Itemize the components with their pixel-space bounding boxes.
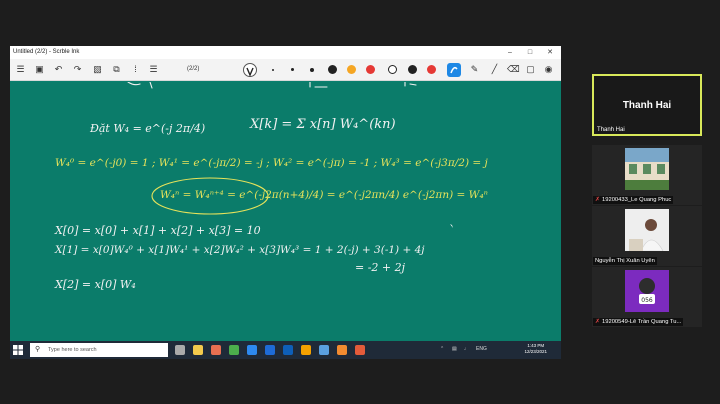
eraser-icon[interactable]: ⌫ xyxy=(507,64,520,75)
size-medium-icon[interactable] xyxy=(291,68,294,71)
color-dark-icon[interactable] xyxy=(408,65,417,74)
taskbar-search-input[interactable]: ⚲ Type here to search xyxy=(30,343,168,357)
ink-text-twiddle: W₄⁰ = e^(-j0) = 1 ; W₄¹ = e^(-jπ/2) = -j… xyxy=(55,157,489,169)
tray-chevron-icon[interactable]: ⌃ xyxy=(440,346,444,352)
ink-text-x2: X[2] = x[0] W₄ xyxy=(54,278,136,291)
participant-name: Nguyễn Thị Xuân Uyên xyxy=(595,258,655,264)
zoom-icon[interactable] xyxy=(319,345,329,355)
search-icon: ⚲ xyxy=(35,346,41,353)
ink-text-x1: X[1] = x[0]W₄⁰ + x[1]W₄¹ + x[2]W₄² + x[3… xyxy=(54,244,425,256)
save-icon[interactable]: ▣ xyxy=(34,64,45,75)
paste-icon[interactable]: ▧ xyxy=(92,64,103,75)
pen-tool-icon[interactable] xyxy=(243,63,257,77)
active-participant-name: Thanh Hai xyxy=(622,100,672,111)
participant-tile-active[interactable]: Thanh Hai Thanh Hai xyxy=(592,74,702,136)
participant-avatar xyxy=(625,209,669,251)
windows-start-icon[interactable] xyxy=(12,344,24,356)
size-small-icon[interactable] xyxy=(272,69,274,71)
line-tool-icon[interactable]: ╱ xyxy=(489,64,500,75)
avatar-badge-text: 056 xyxy=(641,297,653,304)
minimize-button[interactable]: – xyxy=(503,46,517,59)
copy-icon[interactable]: ⧉ xyxy=(111,64,122,75)
task-view-icon[interactable] xyxy=(175,345,185,355)
menu-icon[interactable]: ☰ xyxy=(15,64,26,75)
clock-date: 12/23/2021 xyxy=(524,349,547,354)
participant-avatar xyxy=(625,148,669,190)
color-white-icon[interactable] xyxy=(388,65,397,74)
close-button[interactable]: ✕ xyxy=(543,46,557,59)
active-participant-label: Thanh Hai xyxy=(597,127,625,133)
adjust-icon[interactable]: ☰ xyxy=(148,64,159,75)
participant-tile[interactable]: ✗ 19200433_Le Quang Phuc xyxy=(592,145,702,205)
ink-text-def: Đặt W₄ = e^(-j 2π/4) xyxy=(89,122,205,135)
volume-icon[interactable]: ♩ xyxy=(464,346,469,352)
shared-screen: Untitled (2/2) - Scrble Ink – □ ✕ ☰ ▣ ↶ … xyxy=(10,46,561,359)
ink-toolbar: ☰ ▣ ↶ ↷ ▧ ⧉ ⁞ ☰ (2/2) ✎ ╱ ⌫ ▢ ◉ xyxy=(10,59,561,81)
taskbar-app-3-icon[interactable] xyxy=(229,345,239,355)
color-black-icon[interactable] xyxy=(328,65,337,74)
whiteboard-canvas[interactable]: Đặt W₄ = e^(-j 2π/4) X[k] = Σ x[n] W₄^(k… xyxy=(10,82,561,341)
participant-tile[interactable]: 056 ✗ 19200549-Lê Trần Quang Tu... xyxy=(592,267,702,327)
taskbar-app-5-icon[interactable] xyxy=(265,345,275,355)
taskbar-search-placeholder: Type here to search xyxy=(48,347,97,353)
mic-muted-icon: ✗ xyxy=(595,319,601,325)
taskbar-app-10-icon[interactable] xyxy=(355,345,365,355)
pen-edit-icon[interactable]: ✎ xyxy=(469,64,480,75)
network-icon[interactable]: ▤ xyxy=(452,346,457,352)
color-red2-icon[interactable] xyxy=(427,65,436,74)
participant-tile[interactable]: Nguyễn Thị Xuân Uyên xyxy=(592,206,702,266)
participant-name: 19200549-Lê Trần Quang Tu... xyxy=(602,319,682,325)
ink-text-periodicity: W₄ⁿ = W₄ⁿ⁺⁴ = e^(-j2π(n+4)/4) = e^(-j2πn… xyxy=(160,189,488,201)
page-indicator: (2/2) xyxy=(187,66,200,72)
participant-name: 19200433_Le Quang Phuc xyxy=(602,197,672,203)
redo-icon[interactable]: ↷ xyxy=(72,64,83,75)
maximize-button[interactable]: □ xyxy=(523,46,537,59)
handwriting-layer: Đặt W₄ = e^(-j 2π/4) X[k] = Σ x[n] W₄^(k… xyxy=(54,82,489,291)
taskbar-app-1-icon[interactable] xyxy=(193,345,203,355)
mic-muted-icon: ✗ xyxy=(595,197,601,203)
settings-icon[interactable]: ⁞ xyxy=(130,64,141,75)
taskbar-app-9-icon[interactable] xyxy=(337,345,347,355)
window-title: Untitled (2/2) - Scrble Ink xyxy=(13,49,80,55)
ink-text-dft: X[k] = Σ x[n] W₄^(kn) xyxy=(249,117,396,132)
window-titlebar: Untitled (2/2) - Scrble Ink – □ ✕ xyxy=(10,46,561,59)
ink-text-x1-result: = -2 + 2j xyxy=(355,261,406,274)
taskbar-clock[interactable]: 1:43 PM 12/23/2021 xyxy=(524,343,547,355)
ink-text-x0: X[0] = x[0] + x[1] + x[2] + x[3] = 10 xyxy=(54,224,261,237)
language-indicator[interactable]: ENG xyxy=(476,346,487,352)
color-red-icon[interactable] xyxy=(366,65,375,74)
chrome-icon[interactable] xyxy=(247,345,257,355)
windows-taskbar: ⚲ Type here to search ⌃ ▤ ♩ ENG 1:43 PM … xyxy=(10,341,561,359)
word-icon[interactable] xyxy=(283,345,293,355)
color-orange-icon[interactable] xyxy=(347,65,356,74)
size-large-icon[interactable] xyxy=(310,68,314,72)
taskbar-app-2-icon[interactable] xyxy=(211,345,221,355)
participant-avatar: 056 xyxy=(625,270,669,312)
lasso-tool-icon[interactable] xyxy=(447,63,461,77)
taskbar-app-7-icon[interactable] xyxy=(301,345,311,355)
view-icon[interactable]: ◉ xyxy=(543,64,554,75)
shape-tool-icon[interactable]: ▢ xyxy=(525,64,536,75)
undo-icon[interactable]: ↶ xyxy=(53,64,64,75)
